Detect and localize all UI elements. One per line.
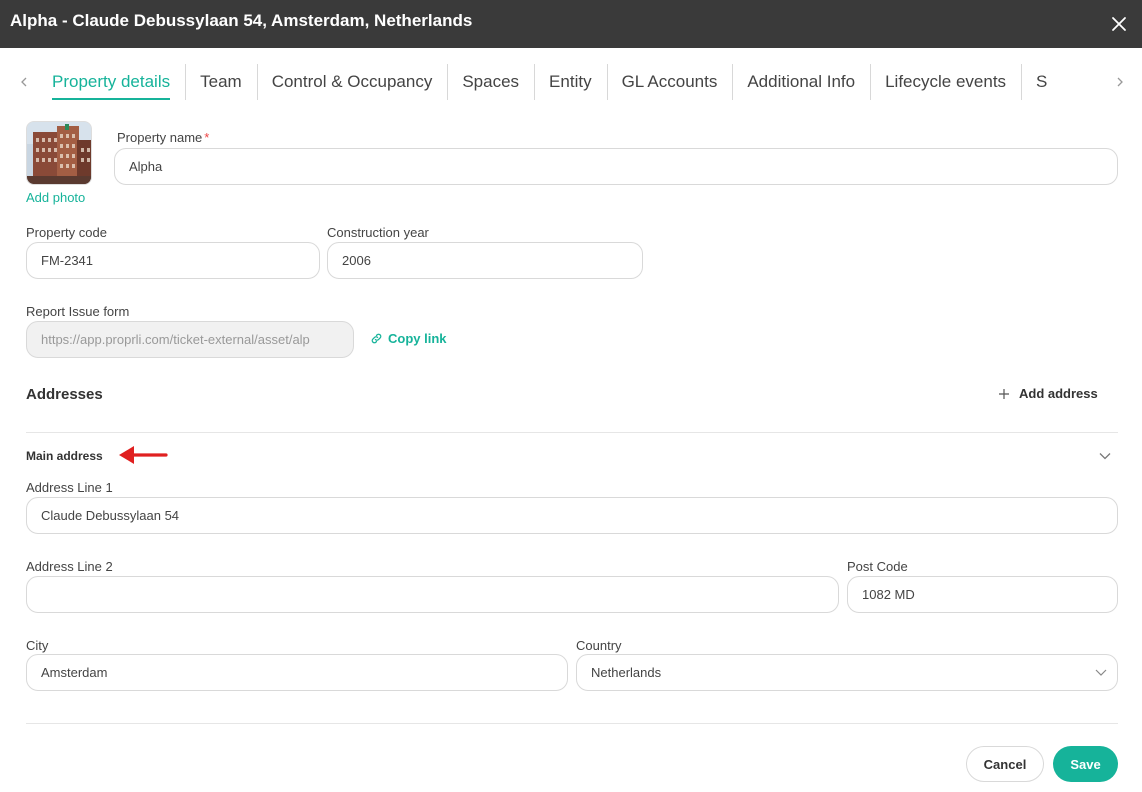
property-code-input[interactable]: FM-2341 xyxy=(26,242,320,279)
chevron-left-icon xyxy=(21,77,27,87)
chevron-right-icon xyxy=(1117,77,1123,87)
tab-scroll-right-button[interactable] xyxy=(1112,70,1128,94)
save-button[interactable]: Save xyxy=(1053,746,1118,782)
close-button[interactable] xyxy=(1104,9,1134,39)
country-selected-value: Netherlands xyxy=(591,665,662,680)
address-line1-input[interactable]: Claude Debussylaan 54 xyxy=(26,497,1118,534)
collapse-main-address-button[interactable] xyxy=(1096,447,1114,465)
property-name-label-text: Property name xyxy=(117,130,203,145)
annotation-arrow-icon xyxy=(119,446,168,464)
tab-control-occupancy[interactable]: Control & Occupancy xyxy=(256,62,448,102)
city-input[interactable]: Amsterdam xyxy=(26,654,568,691)
tab-gl-accounts[interactable]: GL Accounts xyxy=(606,62,733,102)
tab-strip: Property details Team Control & Occupancy S… xyxy=(37,62,1107,102)
property-code-label: Property code xyxy=(26,225,107,240)
construction-year-label: Construction year xyxy=(327,225,429,240)
copy-link-label: Copy link xyxy=(388,331,447,346)
construction-year-input[interactable]: 2006 xyxy=(327,242,643,279)
report-issue-label: Report Issue form xyxy=(26,304,130,319)
link-icon xyxy=(371,333,382,344)
tab-spaces[interactable]: Spaces xyxy=(447,62,534,102)
postcode-input[interactable]: 1082 MD xyxy=(847,576,1118,613)
tab-additional-info[interactable]: Additional Info xyxy=(732,62,870,102)
country-label: Country xyxy=(576,638,622,653)
postcode-label: Post Code xyxy=(847,559,908,574)
copy-link-button[interactable]: Copy link xyxy=(370,331,447,346)
modal-title: Alpha - Claude Debussylaan 54, Amsterdam… xyxy=(10,11,473,30)
footer-divider xyxy=(26,723,1118,724)
tab-team[interactable]: Team xyxy=(185,62,257,102)
address-line2-label: Address Line 2 xyxy=(26,559,113,574)
tab-lifecycle-events[interactable]: Lifecycle events xyxy=(870,62,1021,102)
property-name-label: Property name * xyxy=(117,130,209,145)
property-name-input[interactable]: Alpha xyxy=(114,148,1118,185)
chevron-down-icon xyxy=(1099,453,1111,460)
close-icon[interactable] xyxy=(1111,16,1127,32)
tab-scroll-left-button[interactable] xyxy=(16,70,32,94)
address-line2-input[interactable] xyxy=(26,576,839,613)
property-photo[interactable] xyxy=(26,121,92,185)
plus-icon xyxy=(999,388,1009,399)
report-issue-url-field: https://app.proprli.com/ticket-external/… xyxy=(26,321,354,358)
chevron-down-icon xyxy=(1095,669,1107,676)
tab-entity[interactable]: Entity xyxy=(534,62,607,102)
city-label: City xyxy=(26,638,49,653)
add-address-button[interactable]: Add address xyxy=(998,386,1098,401)
section-divider xyxy=(26,432,1118,433)
country-select[interactable]: Netherlands xyxy=(576,654,1118,691)
address-line1-label: Address Line 1 xyxy=(26,480,113,495)
main-address-title: Main address xyxy=(26,449,103,463)
modal-header: Alpha - Claude Debussylaan 54, Amsterdam… xyxy=(0,0,1142,48)
tab-truncated[interactable]: S xyxy=(1021,62,1062,102)
add-address-label: Add address xyxy=(1019,386,1098,401)
tab-bar: Property details Team Control & Occupancy S… xyxy=(0,62,1142,102)
required-marker: * xyxy=(204,130,210,145)
cancel-button[interactable]: Cancel xyxy=(966,746,1044,782)
tab-property-details[interactable]: Property details xyxy=(37,62,185,102)
addresses-title: Addresses xyxy=(26,386,103,403)
add-photo-link[interactable]: Add photo xyxy=(26,190,85,205)
building-photo-image xyxy=(27,122,91,184)
